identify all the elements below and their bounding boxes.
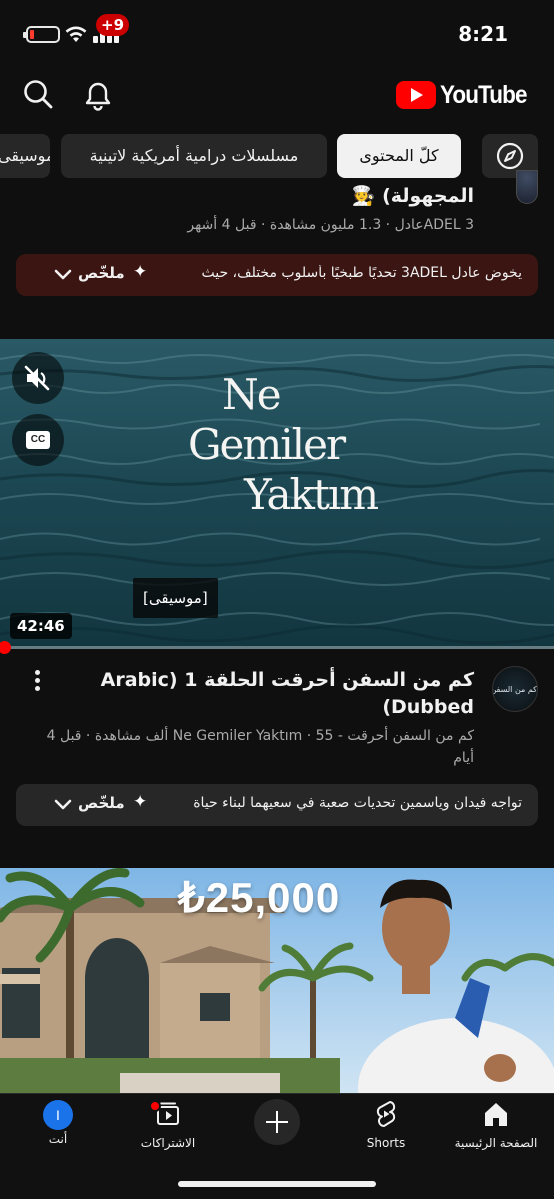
video-title-artwork: Ne Gemiler Yaktım — [188, 370, 379, 520]
video-title[interactable]: المجهولة) 🧑‍🍳 — [352, 184, 474, 207]
youtube-logo[interactable]: YouTube — [395, 80, 536, 110]
volume-muted-icon — [24, 365, 50, 391]
nav-home-label: الصفحة الرئيسية — [454, 1136, 538, 1150]
video-duration: 42:46 — [10, 613, 72, 639]
price-overlay-text: ₺25,000 — [178, 874, 341, 921]
shorts-icon — [376, 1101, 396, 1127]
notifications-bell-icon[interactable] — [78, 74, 118, 114]
top-app-bar: YouTube — [0, 62, 554, 126]
chip-music[interactable]: موسيقى — [0, 134, 50, 178]
video-title[interactable]: كم من السفن أحرقت الحلقة 1 Arabic) (Dubb… — [94, 667, 474, 721]
more-options-icon[interactable] — [30, 670, 44, 696]
new-content-dot — [149, 1100, 161, 1112]
ai-summary-bar[interactable]: يخوض عادل 3ADEL تحديًا طبخيًا بأسلوب مخت… — [16, 254, 538, 296]
battery-icon — [23, 26, 60, 43]
filter-chip-bar: كلّ المحتوى مسلسلات درامية أمريكية لاتين… — [0, 134, 554, 180]
summary-text: تواجه فيدان وياسمين تحديات صعبة في سعيهم… — [193, 795, 522, 811]
summary-label: ملخّص — [78, 264, 125, 282]
nav-subscriptions[interactable]: الاشتراكات — [128, 1098, 208, 1152]
summary-text: يخوض عادل 3ADEL تحديًا طبخيًا بأسلوب مخت… — [201, 265, 522, 281]
artwork-line: Gemiler — [188, 420, 346, 469]
sparkle-icon: ✦ — [133, 262, 148, 282]
logo-text: YouTube — [439, 80, 528, 109]
nav-subscriptions-label: الاشتراكات — [140, 1136, 196, 1150]
closed-captions-icon: CC — [26, 431, 50, 449]
video-metadata: ADEL 3عادل · 1.3 مليون مشاهدة · قبل 4 أش… — [187, 217, 474, 233]
video-caption: [موسيقى] — [133, 578, 218, 618]
nav-home[interactable]: الصفحة الرئيسية — [450, 1098, 542, 1152]
channel-avatar[interactable] — [516, 170, 538, 204]
status-bar: 8:21 — [0, 0, 554, 62]
chevron-down-icon — [54, 799, 72, 810]
nav-shorts[interactable]: Shorts — [346, 1098, 426, 1152]
nav-create[interactable] — [252, 1099, 302, 1153]
video-metadata: كم من السفن أحرقت - Ne Gemiler Yaktım · … — [46, 728, 474, 766]
sparkle-icon: ✦ — [133, 792, 148, 812]
youtube-play-icon — [395, 81, 436, 109]
nav-you-label: أنت — [48, 1132, 68, 1146]
progress-scrubber[interactable] — [0, 641, 11, 654]
notification-count-badge: +9 — [96, 14, 130, 36]
artwork-line: Ne — [222, 370, 282, 419]
plus-icon — [254, 1099, 300, 1145]
home-indicator — [178, 1181, 376, 1187]
nav-shorts-label: Shorts — [366, 1136, 406, 1150]
search-icon[interactable] — [20, 76, 56, 112]
mute-button[interactable] — [12, 352, 64, 404]
wifi-icon — [65, 26, 87, 42]
nav-you[interactable]: I أنت — [18, 1098, 98, 1152]
chip-latin-american-drama[interactable]: مسلسلات درامية أمريكية لاتينية — [61, 134, 327, 178]
artwork-line: Yaktım — [244, 470, 379, 519]
chevron-down-icon — [54, 269, 72, 280]
status-time: 8:21 — [458, 22, 508, 46]
user-avatar: I — [43, 1100, 73, 1130]
channel-avatar[interactable]: كم من السفن أحرقت — [492, 666, 538, 712]
video-progress-bar[interactable] — [0, 646, 554, 649]
captions-button[interactable]: CC — [12, 414, 64, 466]
ai-summary-bar[interactable]: تواجه فيدان وياسمين تحديات صعبة في سعيهم… — [16, 784, 538, 826]
chip-all-content[interactable]: كلّ المحتوى — [337, 134, 461, 178]
summary-label: ملخّص — [78, 794, 125, 812]
home-icon — [485, 1103, 507, 1126]
